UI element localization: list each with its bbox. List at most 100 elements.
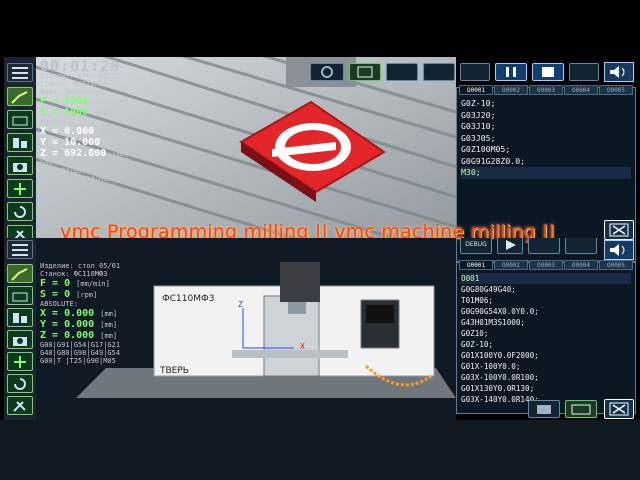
feed-label: F = 0 <box>40 278 71 289</box>
stop-button[interactable] <box>460 63 490 81</box>
tab-program[interactable]: O0001 <box>459 85 493 95</box>
code-line[interactable]: G01X-100Y0.0; <box>461 361 631 372</box>
sound-button[interactable] <box>604 62 634 82</box>
play-button[interactable] <box>497 238 523 254</box>
pause-button[interactable] <box>495 63 527 81</box>
z-unit: [mm] <box>100 332 118 340</box>
x-axis-label: X <box>300 342 305 351</box>
move-button[interactable] <box>7 179 33 198</box>
tab-program[interactable]: O0005 <box>599 260 633 270</box>
coord-header: ABSOLUTE: <box>40 300 78 308</box>
speed-label: S = 1000 <box>40 107 89 118</box>
toolpath-button[interactable] <box>7 264 33 283</box>
tab-program[interactable]: O0004 <box>564 260 598 270</box>
rotate-button[interactable] <box>7 374 33 393</box>
view-button[interactable] <box>386 63 418 81</box>
toolpath-icon <box>11 91 28 104</box>
code-line[interactable]: G0Z-10; <box>461 339 631 350</box>
close-button[interactable] <box>604 399 634 419</box>
tab-program[interactable]: O0004 <box>564 85 598 95</box>
code-line[interactable]: G0G91G28Z0.0; <box>461 156 631 168</box>
back-button[interactable] <box>569 63 599 81</box>
aux-button[interactable] <box>423 63 455 81</box>
bottom-readout: Изделие: стол 05/01 Станок: ФС110МФ3 F =… <box>40 262 120 365</box>
meta-line: Изделие: стол 05/01 <box>40 262 121 270</box>
rotate-button[interactable] <box>7 202 33 221</box>
tab-program[interactable]: O0002 <box>494 260 528 270</box>
meta-line: Станок: ФС110МФ3 <box>40 270 108 278</box>
fixture-button[interactable] <box>7 133 33 152</box>
code-line[interactable]: G03J05; <box>461 133 631 145</box>
toolpath-button[interactable] <box>7 87 33 106</box>
keyboard-icon <box>571 404 591 415</box>
z-axis-label: Z <box>238 300 243 309</box>
code-line[interactable]: G0G90G54X0.0Y0.0; <box>461 306 631 317</box>
keyboard-button[interactable] <box>565 400 597 418</box>
z-value: 0.000 <box>64 330 95 341</box>
code-line[interactable]: M30; <box>461 167 631 179</box>
code-line[interactable]: O001 <box>461 273 631 284</box>
code-line[interactable]: G0Z100M05; <box>461 144 631 156</box>
close-icon <box>609 223 629 237</box>
speed-label: S = 0 <box>40 289 71 300</box>
back-button[interactable] <box>565 238 597 254</box>
y-unit: [mm] <box>100 321 118 329</box>
code-line[interactable]: G0Z-10; <box>461 98 631 110</box>
code-line[interactable]: G03X-100Y0.0R100; <box>461 372 631 383</box>
toolpath-icon <box>11 268 28 281</box>
folder-button[interactable] <box>528 400 560 418</box>
workpiece-button[interactable] <box>7 286 33 305</box>
z-label: Z = <box>40 148 59 159</box>
y-label: Y = <box>40 137 59 148</box>
coord-header: ABSOLUTE: <box>40 118 78 126</box>
camera-button[interactable] <box>7 156 33 175</box>
square-icon <box>542 67 554 77</box>
bottom-simulator-panel: ФС110МФ3 ТВЕРЬ Z X Изделие: стол 05/01 С… <box>0 238 640 420</box>
code-line[interactable]: G43H01M3S1000; <box>461 317 631 328</box>
bottom-code-editor[interactable]: O0001 O0002 O0003 O0004 O0005 O001 G0G80G… <box>456 260 636 414</box>
code-line[interactable]: G01X130Y0.0R130; <box>461 383 631 394</box>
y-label: Y = <box>40 319 59 330</box>
move-button[interactable] <box>7 352 33 371</box>
z-label: Z = <box>40 330 59 341</box>
menu-button[interactable] <box>7 63 33 82</box>
workpiece-icon <box>12 292 28 302</box>
fixture-button[interactable] <box>7 308 33 327</box>
code-line[interactable]: G03J10; <box>461 121 631 133</box>
reset-button[interactable] <box>532 63 564 81</box>
step-button[interactable] <box>528 238 560 254</box>
tab-program[interactable]: O0002 <box>494 85 528 95</box>
fixture-icon <box>13 313 27 323</box>
tab-program[interactable]: O0003 <box>529 85 563 95</box>
tab-program[interactable]: O0001 <box>459 260 493 270</box>
menu-button[interactable] <box>7 240 33 259</box>
status-line: G00|G91|G54|G17|G21 <box>40 341 121 349</box>
tab-program[interactable]: O0005 <box>599 85 633 95</box>
debug-button[interactable]: DEBUG <box>460 238 492 254</box>
code-line[interactable]: G01X100Y0.0F2000; <box>461 350 631 361</box>
code-lines: O001 G0G80G49G40; T01M06; G0G90G54X0.0Y0.0;… <box>461 273 631 405</box>
speaker-icon <box>610 66 625 78</box>
meta-line: Изделие: стол 05/01 <box>40 72 121 80</box>
move-arrows-icon <box>14 183 26 195</box>
play-icon <box>506 240 516 250</box>
settings-button[interactable] <box>310 63 344 81</box>
code-line[interactable]: G03J20; <box>461 110 631 122</box>
status-line: G00|G91|G94|G17|G21 <box>40 159 121 167</box>
fit-view-button[interactable] <box>349 63 381 81</box>
machine-brand-label: ТВЕРЬ <box>160 366 189 376</box>
tools-button[interactable] <box>7 396 33 415</box>
speed-unit: [rpm] <box>76 291 98 299</box>
close-button[interactable] <box>604 220 634 240</box>
z-unit: [mm] <box>112 150 130 158</box>
status-line: G00|T |T25|G90|M05 <box>40 357 116 365</box>
code-line[interactable]: G0G80G49G40; <box>461 284 631 295</box>
code-line[interactable]: G0Z10; <box>461 328 631 339</box>
meta-line: Файл: Окончание <box>40 88 104 96</box>
workpiece-button[interactable] <box>7 110 33 129</box>
sound-button[interactable] <box>604 240 634 260</box>
code-line[interactable]: T01M06; <box>461 295 631 306</box>
camera-button[interactable] <box>7 330 33 349</box>
tab-program[interactable]: O0003 <box>529 260 563 270</box>
rotate-icon <box>14 378 26 390</box>
